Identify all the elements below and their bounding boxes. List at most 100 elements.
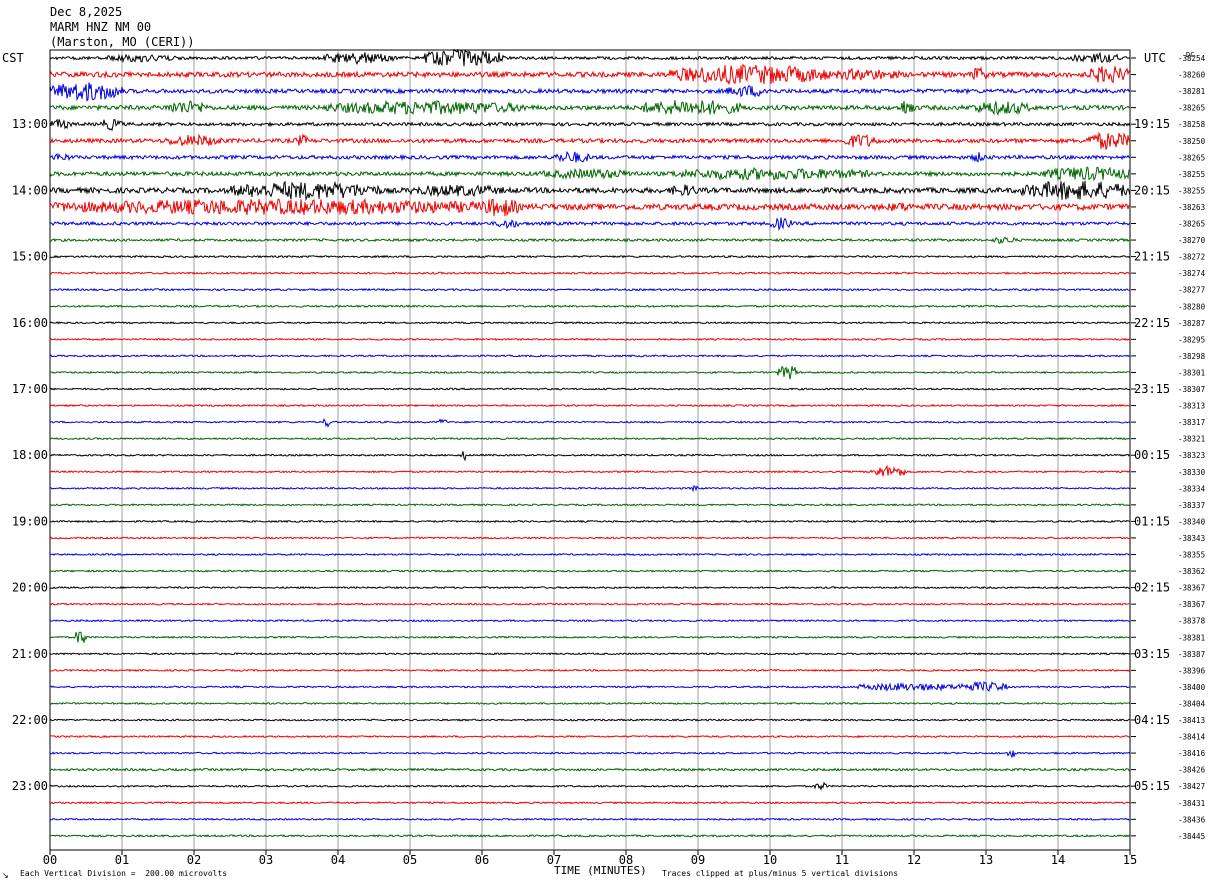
dc-offset-label: -38436 bbox=[1178, 815, 1206, 824]
dc-offset-label: -38323 bbox=[1178, 451, 1205, 460]
dc-offset-label: -38343 bbox=[1178, 534, 1205, 543]
x-tick-label: 00 bbox=[43, 853, 57, 867]
utc-hour-label: 21:15 bbox=[1134, 250, 1170, 264]
trace-line bbox=[50, 801, 1131, 805]
x-tick-label: 02 bbox=[187, 853, 201, 867]
trace-line bbox=[49, 585, 1131, 590]
trace-line bbox=[49, 718, 1131, 722]
trace-line bbox=[49, 271, 1131, 275]
dc-offset-label: -38254 bbox=[1178, 54, 1206, 63]
x-tick-label: 06 bbox=[475, 853, 489, 867]
dc-offset-label: -38265 bbox=[1178, 153, 1205, 162]
dc-offset-label: -38396 bbox=[1178, 666, 1206, 675]
dc-offset-label: -38287 bbox=[1178, 319, 1205, 328]
utc-hour-label: 02:15 bbox=[1134, 581, 1170, 595]
utc-hour-label: 22:15 bbox=[1134, 316, 1170, 330]
dc-offset-label: -38367 bbox=[1178, 584, 1205, 593]
dc-offset-label: -38258 bbox=[1178, 120, 1206, 129]
dc-offset-label: -38387 bbox=[1178, 650, 1205, 659]
dc-offset-label: -38263 bbox=[1178, 203, 1205, 212]
cst-hour-label: 15:00 bbox=[12, 250, 48, 264]
x-tick-label: 13 bbox=[979, 853, 993, 867]
grid bbox=[49, 49, 1131, 851]
dc-offset-label: -38381 bbox=[1178, 633, 1205, 642]
dc-offset-label: -38413 bbox=[1178, 716, 1205, 725]
trace-line bbox=[49, 536, 1131, 540]
dc-offset-label: -38255 bbox=[1178, 170, 1205, 179]
trace-line bbox=[49, 618, 1131, 623]
x-tick-label: 12 bbox=[907, 853, 921, 867]
dc-offset-label: -38281 bbox=[1178, 87, 1205, 96]
trace-line bbox=[49, 337, 1131, 341]
trace-line bbox=[49, 131, 1131, 150]
station-label: MARM HNZ NM 00 bbox=[50, 20, 151, 34]
left-timezone-label: CST bbox=[2, 51, 24, 65]
dc-offset-label: -38270 bbox=[1178, 236, 1206, 245]
cst-hour-label: 13:00 bbox=[12, 117, 48, 131]
cst-hour-label: 19:00 bbox=[12, 514, 48, 528]
utc-hour-label: 01:15 bbox=[1134, 514, 1170, 528]
dc-offset-label: -38280 bbox=[1178, 302, 1206, 311]
utc-hour-label: 23:15 bbox=[1134, 382, 1170, 396]
trace-line bbox=[49, 734, 1131, 739]
seismogram-page: Dec 8,2025 MARM HNZ NM 00 (Marston, MO (… bbox=[0, 0, 1210, 886]
x-tick-label: 03 bbox=[259, 853, 273, 867]
dc-offset-label: -38445 bbox=[1178, 832, 1205, 841]
trace-line bbox=[49, 287, 1131, 292]
utc-hour-label: 04:15 bbox=[1134, 713, 1170, 727]
trace-line bbox=[49, 99, 1131, 116]
dc-offset-label: -38321 bbox=[1178, 435, 1205, 444]
dc-offset-label: -38265 bbox=[1178, 104, 1205, 113]
dc-offset-label: -38416 bbox=[1178, 749, 1206, 758]
trace-line bbox=[49, 464, 1131, 477]
dc-offset-label: -38426 bbox=[1178, 766, 1206, 775]
x-tick-label: 09 bbox=[691, 853, 705, 867]
trace-line bbox=[49, 652, 1131, 656]
dc-offset-label: -38250 bbox=[1178, 137, 1206, 146]
x-axis-title: TIME (MINUTES) bbox=[554, 864, 647, 877]
trace-line bbox=[49, 63, 1131, 86]
plot-frame bbox=[49, 49, 1131, 851]
dc-offset-label: -38404 bbox=[1178, 699, 1206, 708]
trace-line bbox=[49, 236, 1131, 244]
utc-hour-label: 19:15 bbox=[1134, 117, 1170, 131]
trace-line bbox=[49, 198, 1131, 217]
utc-hour-label: 20:15 bbox=[1134, 183, 1170, 197]
cst-hour-label: 17:00 bbox=[12, 382, 48, 396]
trace-line bbox=[49, 701, 1131, 706]
dc-offset-label: -38362 bbox=[1178, 567, 1205, 576]
utc-hour-label: 03:15 bbox=[1134, 647, 1170, 661]
cst-hour-label: 20:00 bbox=[12, 581, 48, 595]
dc-offset-label: -38260 bbox=[1178, 71, 1206, 80]
x-tick-label: 01 bbox=[115, 853, 129, 867]
dc-offset-label: -38317 bbox=[1178, 418, 1205, 427]
trace-line bbox=[49, 321, 1131, 325]
cst-hour-label: 23:00 bbox=[12, 779, 48, 793]
trace-line bbox=[49, 569, 1131, 573]
dc-offset-label: -38355 bbox=[1178, 551, 1205, 560]
dc-offset-label: -38367 bbox=[1178, 600, 1205, 609]
location-label: (Marston, MO (CERI)) bbox=[50, 35, 195, 49]
trace-line bbox=[49, 817, 1131, 821]
x-tick-label: 10 bbox=[763, 853, 777, 867]
trace-line bbox=[49, 387, 1131, 391]
utc-hour-label: 00:15 bbox=[1134, 448, 1170, 462]
traces bbox=[49, 48, 1131, 838]
trace-line bbox=[49, 417, 1131, 428]
trace-line bbox=[49, 48, 1131, 67]
dc-offset-label: -38295 bbox=[1178, 335, 1205, 344]
trace-line bbox=[49, 602, 1131, 606]
trace-line bbox=[49, 118, 1131, 132]
dc-offset-label: -38274 bbox=[1178, 269, 1206, 278]
trace-line bbox=[49, 150, 1131, 163]
dc-offset-label: -38330 bbox=[1178, 468, 1206, 477]
trace-line bbox=[49, 631, 1131, 643]
trace-line bbox=[49, 767, 1131, 772]
trace-line bbox=[49, 668, 1131, 672]
trace-line bbox=[49, 304, 1131, 309]
trace-line bbox=[49, 503, 1131, 507]
trace-line bbox=[49, 166, 1131, 182]
dc-offset-label: -38301 bbox=[1178, 368, 1205, 377]
dc-offset-label: -38414 bbox=[1178, 733, 1206, 742]
dc-offset-label: -38400 bbox=[1178, 683, 1206, 692]
